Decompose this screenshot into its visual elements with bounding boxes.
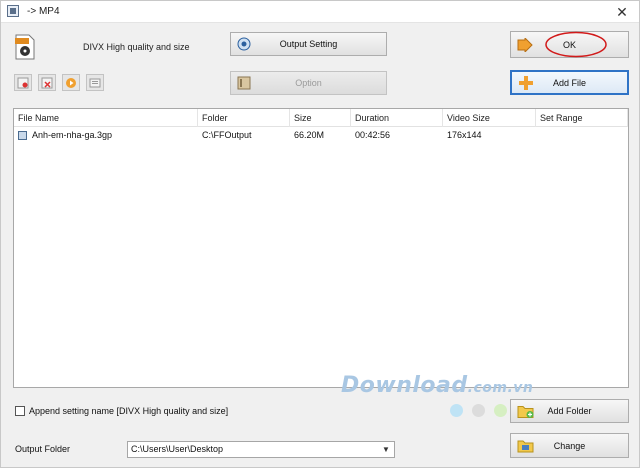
add-folder-label: Add Folder <box>547 406 592 416</box>
film-icon <box>237 76 251 90</box>
column-file-name[interactable]: File Name <box>14 109 198 127</box>
add-file-label: Add File <box>552 77 587 88</box>
highlight-circle <box>545 31 607 58</box>
output-setting-label: Output Setting <box>279 39 338 49</box>
dot-icon <box>494 404 507 417</box>
cell-size: 66.20M <box>294 130 325 140</box>
watermark-main: Download <box>341 373 468 398</box>
remove-tool-button[interactable] <box>14 74 32 91</box>
cell-file-name: Anh-em-nha-ga.3gp <box>32 130 113 140</box>
option-label: Option <box>295 78 322 88</box>
delete-icon <box>41 77 53 88</box>
output-folder-select[interactable]: C:\Users\User\Desktop ▼ <box>127 441 395 458</box>
close-icon[interactable]: ✕ <box>611 3 633 21</box>
app-icon <box>7 5 19 17</box>
main-window: -> MP4 ✕ DIVX High quality and size Outp… <box>0 0 640 468</box>
change-label: Change <box>553 440 586 451</box>
column-size[interactable]: Size <box>290 109 351 127</box>
ok-button[interactable]: OK <box>510 31 629 58</box>
list-header: File Name Folder Size Duration Video Siz… <box>14 109 628 127</box>
dot-icon <box>472 404 485 417</box>
option-button[interactable]: Option <box>230 71 387 95</box>
info-tool-button[interactable] <box>86 74 104 91</box>
arrow-right-icon <box>517 37 533 52</box>
cell-duration: 00:42:56 <box>355 130 391 140</box>
change-button[interactable]: Change <box>510 433 629 458</box>
profile-name: DIVX High quality and size <box>83 42 190 52</box>
chevron-down-icon[interactable]: ▼ <box>380 442 392 457</box>
title-bar: -> MP4 ✕ <box>1 1 639 23</box>
dot-icon <box>450 404 463 417</box>
column-folder[interactable]: Folder <box>198 109 290 127</box>
cell-set-range <box>536 128 628 143</box>
cell-folder: C:\FFOutput <box>202 130 252 140</box>
add-file-button[interactable]: Add File <box>510 70 629 95</box>
append-setting-checkbox[interactable] <box>15 406 25 416</box>
delete-tool-button[interactable] <box>38 74 56 91</box>
window-title: -> MP4 <box>27 6 60 17</box>
table-row[interactable]: Anh-em-nha-ga.3gp C:\FFOutput 66.20M 00:… <box>14 128 628 143</box>
append-setting-row[interactable]: Append setting name [DIVX High quality a… <box>15 406 228 416</box>
play-icon <box>66 77 76 88</box>
video-file-icon <box>18 131 27 140</box>
info-icon <box>89 78 101 87</box>
watermark: Download.com.vn <box>341 373 533 398</box>
mp4-file-icon <box>15 34 35 60</box>
remove-icon <box>17 77 29 88</box>
folder-add-icon <box>517 406 534 418</box>
play-tool-button[interactable] <box>62 74 80 91</box>
column-set-range[interactable]: Set Range <box>536 109 628 127</box>
cell-video-size: 176x144 <box>447 130 482 140</box>
folder-icon <box>517 440 534 452</box>
output-folder-label: Output Folder <box>15 444 71 454</box>
add-folder-button[interactable]: Add Folder <box>510 399 629 423</box>
append-setting-label: Append setting name [DIVX High quality a… <box>29 406 229 416</box>
column-video-size[interactable]: Video Size <box>443 109 536 127</box>
output-folder-value: C:\Users\User\Desktop <box>131 444 224 454</box>
watermark-suffix: .com.vn <box>467 380 534 396</box>
settings-icon <box>237 37 251 51</box>
column-duration[interactable]: Duration <box>351 109 443 127</box>
output-setting-button[interactable]: Output Setting <box>230 32 387 56</box>
plus-icon <box>519 75 533 90</box>
file-list[interactable]: File Name Folder Size Duration Video Siz… <box>13 108 629 388</box>
